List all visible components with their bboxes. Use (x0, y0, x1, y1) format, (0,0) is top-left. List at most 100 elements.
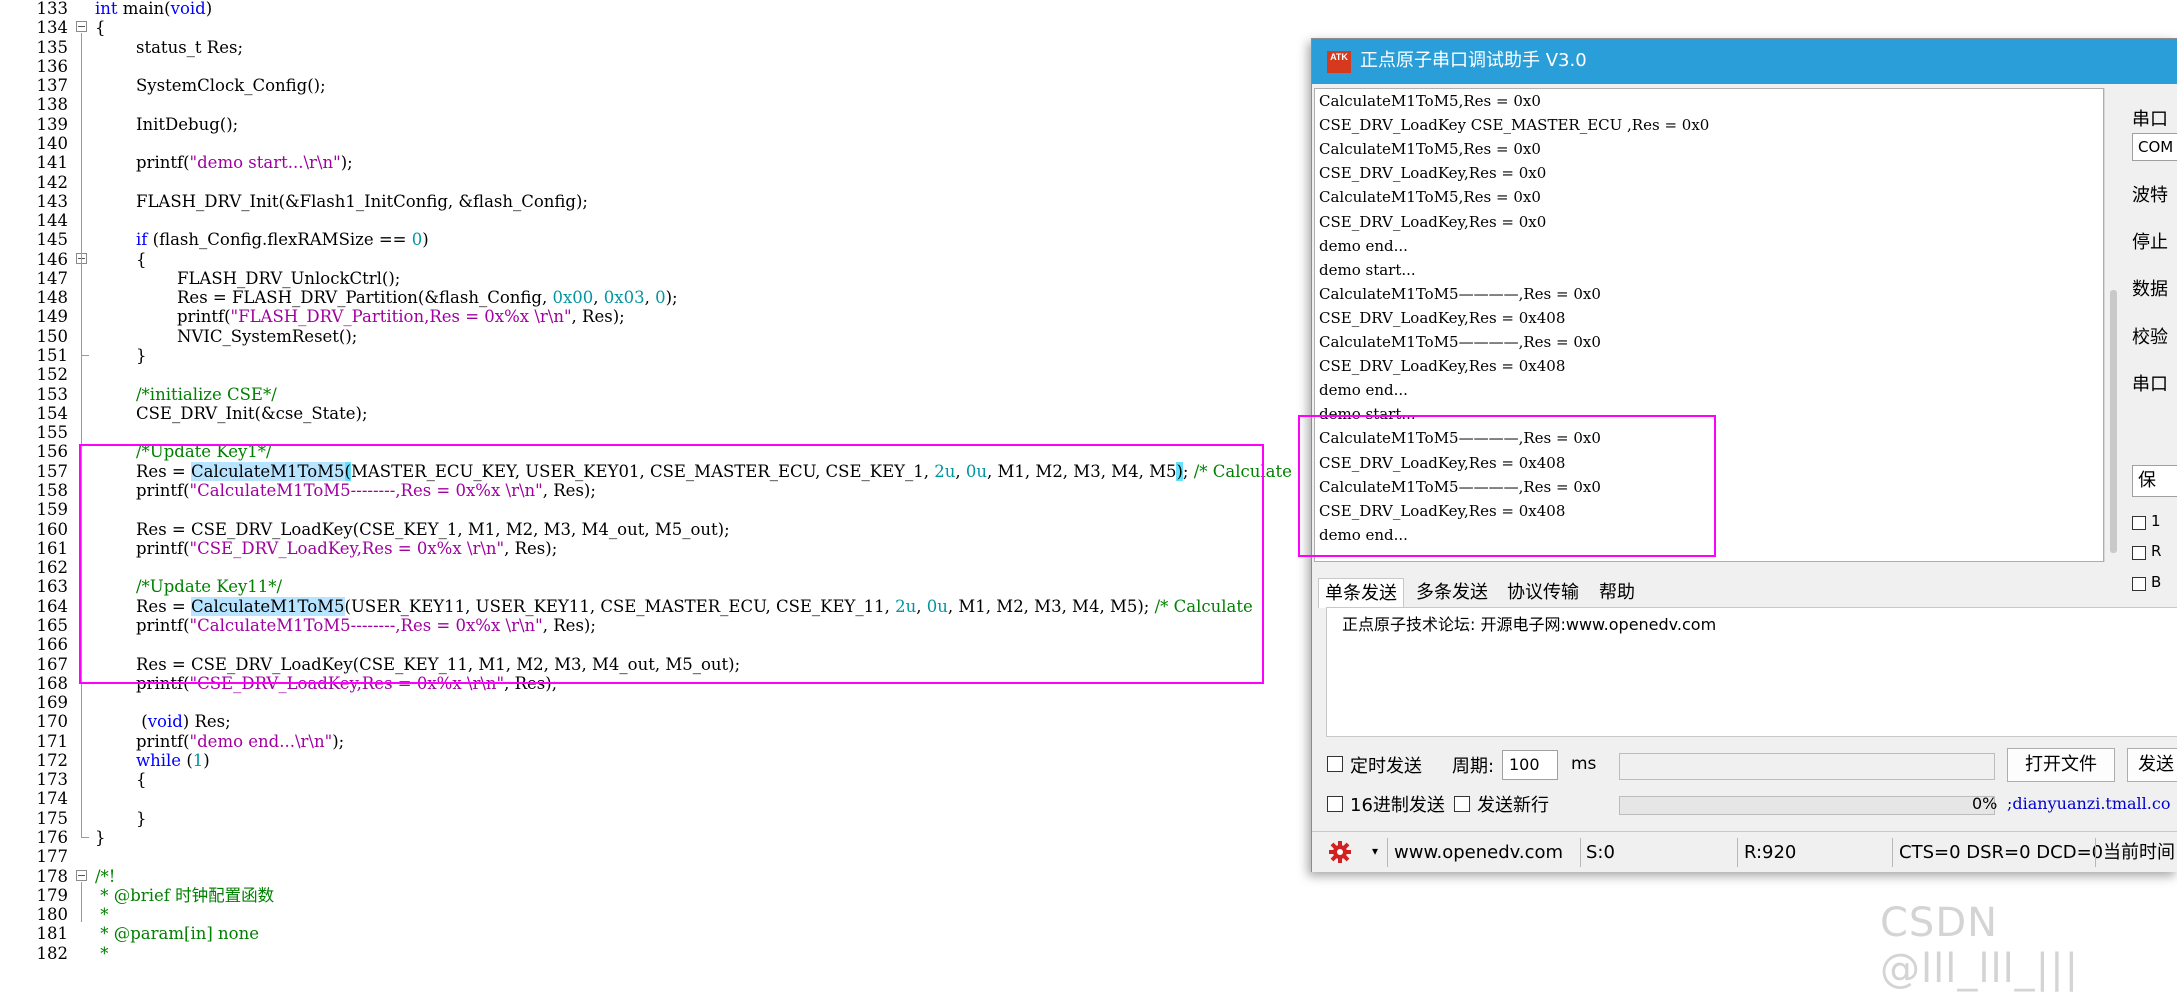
line-number: 136 (36, 56, 69, 76)
line-number: 156 (36, 442, 69, 462)
code-line[interactable]: 149 printf("FLASH_DRV_Partition,Res = 0x%… (0, 307, 1330, 326)
tab-protocol[interactable]: 协议传输 (1500, 578, 1586, 608)
receive-scrollbar[interactable] (2104, 88, 2123, 562)
fold-toggle-icon[interactable] (76, 869, 87, 881)
line-number: 178 (36, 866, 69, 886)
code-token: SystemClock_Config(); (136, 76, 326, 96)
code-text: { (136, 770, 147, 789)
code-line[interactable]: 172 while (1) (0, 751, 1330, 770)
line-number: 135 (36, 37, 69, 57)
option-checkbox-3[interactable] (2132, 577, 2146, 591)
send-input[interactable]: 正点原子技术论坛: 开源电子网:www.openedv.com (1326, 607, 2177, 737)
code-text: FLASH_DRV_Init(&Flash1_InitConfig, &flas… (136, 192, 588, 211)
code-line[interactable]: 134 { (0, 18, 1330, 37)
code-token: NVIC_SystemReset(); (177, 326, 358, 346)
code-line[interactable]: 139 InitDebug(); (0, 115, 1330, 134)
timed-send-checkbox[interactable] (1327, 756, 1343, 772)
hex-send-label: 16进制发送 (1350, 795, 1445, 816)
code-line[interactable]: 178 /*! (0, 867, 1330, 886)
code-line[interactable]: 137 SystemClock_Config(); (0, 76, 1330, 95)
line-number: 181 (36, 924, 69, 944)
title-bar[interactable]: ATK 正点原子串口调试助手 V3.0 (1312, 39, 2177, 84)
code-line[interactable]: 136 (0, 57, 1330, 76)
code-line[interactable]: 180 * (0, 905, 1330, 924)
code-line[interactable]: 152 (0, 365, 1330, 384)
code-token: main( (117, 0, 171, 18)
code-line[interactable]: 143 FLASH_DRV_Init(&Flash1_InitConfig, &f… (0, 192, 1330, 211)
option-checkbox-2[interactable] (2132, 546, 2146, 560)
code-line[interactable]: 141 printf("demo start...\r\n"); (0, 153, 1330, 172)
code-line[interactable]: 145 if (flash_Config.flexRAMSize == 0) (0, 230, 1330, 249)
code-text: * @param[in] none (95, 924, 259, 943)
website-link[interactable]: www.openedv.com (1394, 832, 1563, 872)
code-line[interactable]: 181 * @param[in] none (0, 924, 1330, 943)
open-file-button[interactable]: 打开文件 (2007, 748, 2115, 782)
receive-line: CalculateM1ToM5,Res = 0x0 (1319, 140, 1541, 159)
period-unit: ms (1571, 754, 1597, 774)
code-line[interactable]: 170 (void) Res; (0, 712, 1330, 731)
scrollbar-thumb[interactable] (2110, 290, 2117, 553)
code-line[interactable]: 175} (0, 809, 1330, 828)
code-text: CSE_DRV_Init(&cse_State); (136, 404, 368, 423)
code-line[interactable]: 153 /*initialize CSE*/ (0, 385, 1330, 404)
code-line[interactable]: 133 int main(void) (0, 0, 1330, 18)
store-link[interactable]: ;dianyuanzi.tmall.co (2007, 794, 2170, 813)
line-number: 155 (36, 423, 69, 443)
tab-multi-send[interactable]: 多条发送 (1409, 578, 1495, 608)
parity-label: 校验 (2132, 327, 2168, 348)
save-button[interactable]: 保 (2132, 465, 2177, 497)
newline-checkbox[interactable] (1454, 796, 1470, 812)
period-input[interactable]: 100 (1502, 750, 1558, 780)
hex-send-checkbox[interactable] (1327, 796, 1343, 812)
code-token: ); (340, 153, 353, 173)
line-number: 165 (36, 615, 69, 635)
line-number: 151 (36, 346, 69, 366)
divider (2095, 838, 2096, 867)
code-line[interactable]: 173 { (0, 770, 1330, 789)
code-line[interactable]: 140 (0, 134, 1330, 153)
code-token: * (95, 885, 114, 905)
tab-help[interactable]: 帮助 (1591, 578, 1643, 608)
tab-single-send[interactable]: 单条发送 (1318, 578, 1404, 608)
code-line[interactable]: 144 (0, 211, 1330, 230)
code-line[interactable]: 138 (0, 95, 1330, 114)
code-line[interactable]: 148 Res = FLASH_DRV_Partition(&flash_Conf… (0, 288, 1330, 307)
send-status-bar (1619, 753, 1995, 780)
app-logo-icon: ATK (1327, 51, 1351, 73)
fold-guide (81, 33, 82, 838)
chevron-down-icon[interactable]: ▾ (1372, 844, 1378, 858)
gear-icon[interactable] (1328, 840, 1352, 864)
code-line[interactable]: 151} (0, 346, 1330, 365)
code-line[interactable]: 155 (0, 423, 1330, 442)
watermark: CSDN @lll_lll_||| (1880, 900, 2080, 992)
code-token: { (136, 770, 147, 790)
port-select[interactable]: COM (2132, 133, 2177, 161)
code-line[interactable]: 154 CSE_DRV_Init(&cse_State); (0, 404, 1330, 423)
code-line[interactable]: 174 (0, 789, 1330, 808)
code-line[interactable]: 150 NVIC_SystemReset(); (0, 327, 1330, 346)
send-button[interactable]: 发送 (2127, 748, 2177, 782)
line-number: 133 (36, 0, 69, 18)
code-line[interactable]: 177 (0, 847, 1330, 866)
line-number: 175 (36, 808, 69, 828)
code-line[interactable]: 179 * @brief 时钟配置函数 (0, 886, 1330, 905)
line-number: 145 (36, 230, 69, 250)
line-number: 152 (36, 365, 69, 385)
option-checkbox-1[interactable] (2132, 516, 2146, 530)
code-token: int (95, 0, 118, 18)
code-line[interactable]: 171 printf("demo end...\r\n"); (0, 732, 1330, 751)
code-line[interactable]: 142 (0, 173, 1330, 192)
baud-label: 波特 (2132, 185, 2168, 206)
line-number: 144 (36, 211, 69, 231)
code-token: @brief (113, 885, 170, 905)
code-line[interactable]: 169 (0, 693, 1330, 712)
code-line[interactable]: 176} (0, 828, 1330, 847)
code-token: 0 (411, 230, 423, 250)
code-token: Res = FLASH_DRV_Partition(&flash_Config, (177, 288, 553, 308)
fold-toggle-icon[interactable] (76, 21, 87, 33)
code-line[interactable]: 146 { (0, 250, 1330, 269)
code-line[interactable]: 182 * (0, 944, 1330, 963)
status-bar: ▾ www.openedv.com S:0 R:920 CTS=0 DSR=0 … (1312, 831, 2177, 872)
code-line[interactable]: 135 status_t Res; (0, 38, 1330, 57)
code-line[interactable]: 147 FLASH_DRV_UnlockCtrl(); (0, 269, 1330, 288)
